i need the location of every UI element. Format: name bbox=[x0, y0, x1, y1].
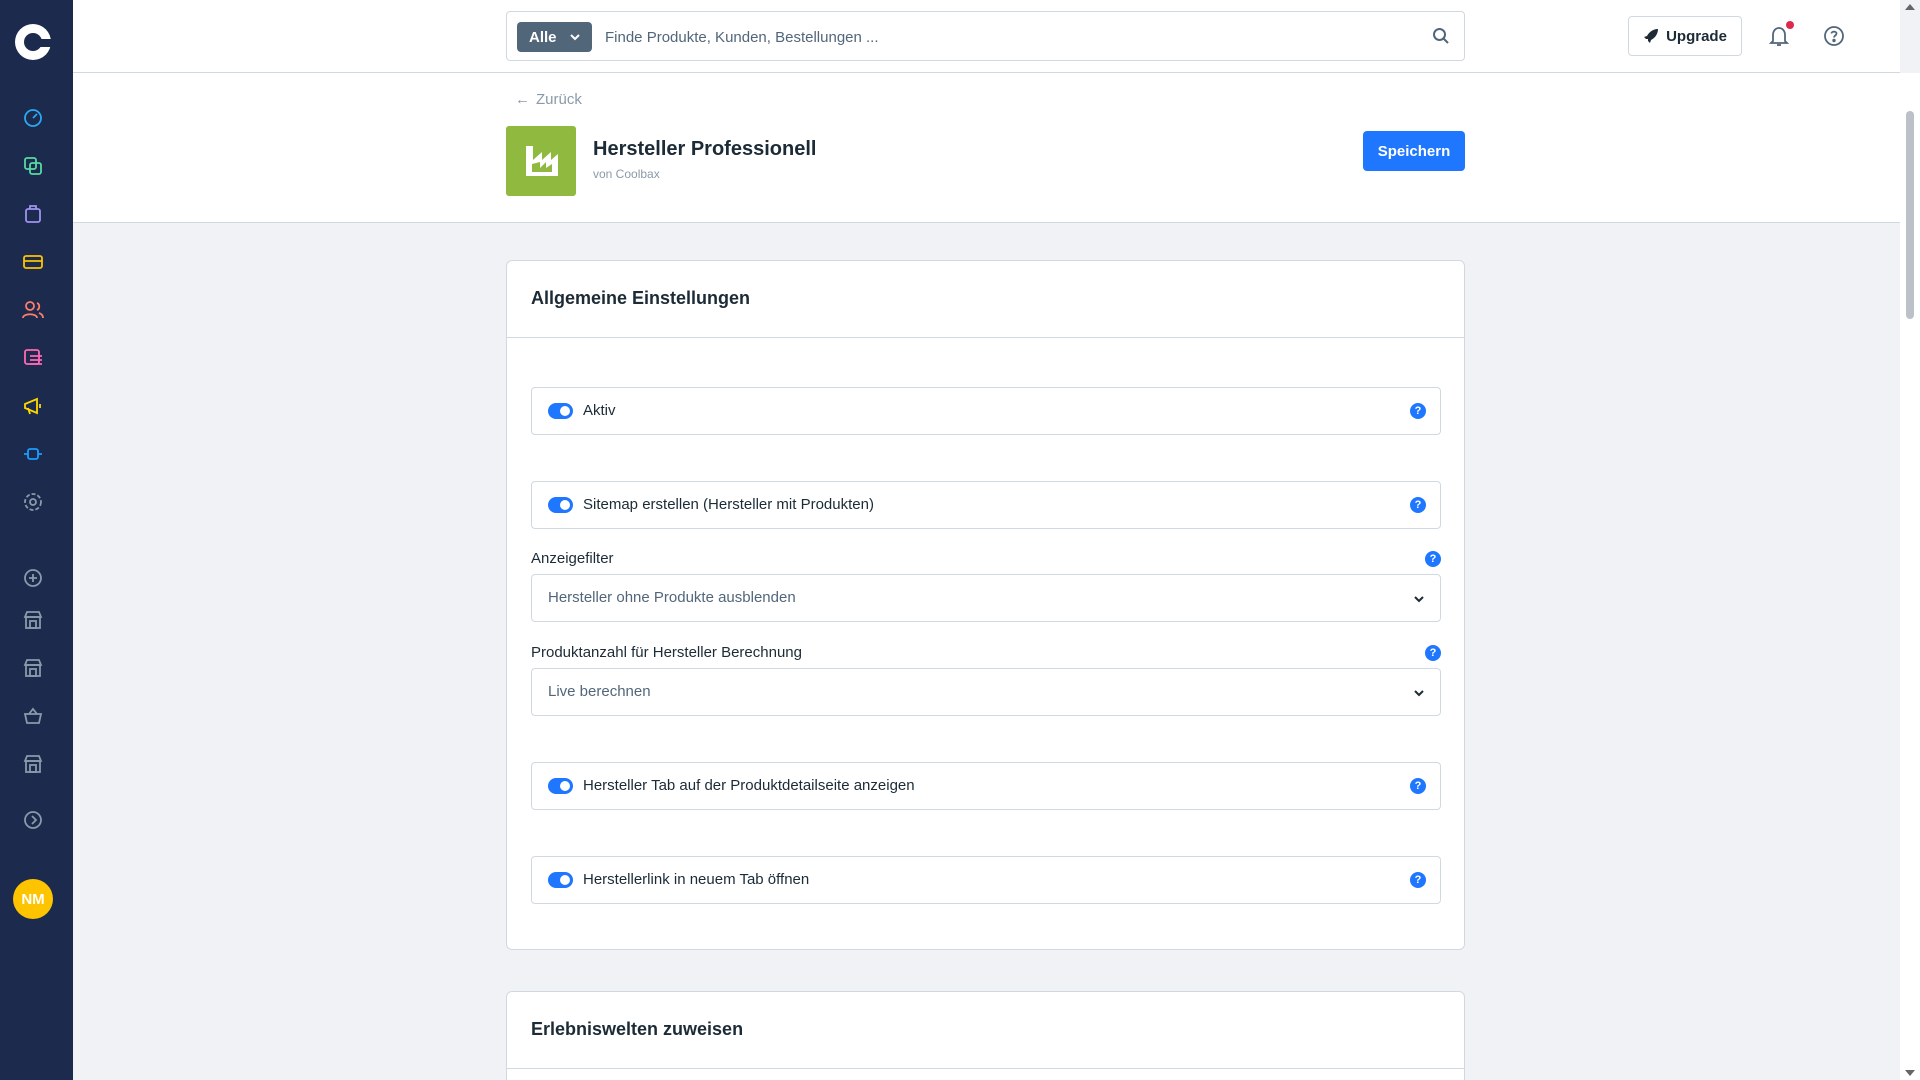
notification-badge bbox=[1786, 21, 1794, 29]
display-filter-label: Anzeigefilter bbox=[531, 550, 614, 567]
sitemap-toggle-row: Sitemap erstellen (Hersteller mit Produk… bbox=[531, 481, 1441, 529]
general-settings-card: Allgemeine Einstellungen Aktiv ? Sitemap… bbox=[506, 260, 1465, 950]
divider bbox=[507, 337, 1464, 338]
dashboard-icon[interactable] bbox=[22, 107, 44, 129]
storefront-icon[interactable] bbox=[22, 753, 44, 775]
divider bbox=[507, 1068, 1464, 1069]
storefront-icon[interactable] bbox=[22, 657, 44, 679]
sitemap-toggle[interactable] bbox=[548, 497, 573, 513]
global-search: Alle bbox=[506, 11, 1465, 61]
top-bar: Alle Upgrade bbox=[73, 0, 1900, 73]
manufacturer-icon bbox=[506, 126, 576, 196]
arrow-left-icon: ← bbox=[515, 91, 530, 108]
new-tab-link-toggle[interactable] bbox=[548, 872, 573, 888]
page-title: Hersteller Professionell bbox=[593, 138, 817, 160]
active-toggle[interactable] bbox=[548, 403, 573, 419]
new-tab-link-toggle-row: Herstellerlink in neuem Tab öffnen ? bbox=[531, 856, 1441, 904]
search-input[interactable] bbox=[605, 22, 1405, 52]
chevron-down-icon bbox=[570, 34, 580, 41]
select-value: Live berechnen bbox=[548, 683, 651, 700]
back-label: Zurück bbox=[536, 91, 582, 108]
card-title: Allgemeine Einstellungen bbox=[531, 288, 751, 308]
upgrade-label: Upgrade bbox=[1666, 27, 1727, 45]
catalog-icon[interactable] bbox=[22, 155, 44, 177]
chevron-down-icon bbox=[1414, 596, 1424, 603]
sidebar: NM bbox=[0, 0, 73, 1080]
card-title: Erlebniswelten zuweisen bbox=[531, 1019, 744, 1039]
marketing-icon[interactable] bbox=[22, 395, 44, 417]
payment-icon[interactable] bbox=[22, 251, 44, 273]
scrollbar[interactable] bbox=[1900, 73, 1920, 1080]
basket-icon[interactable] bbox=[22, 705, 44, 727]
content-icon[interactable] bbox=[22, 347, 44, 369]
storefront-icon[interactable] bbox=[22, 609, 44, 631]
active-toggle-row: Aktiv ? bbox=[531, 387, 1441, 435]
help-icon[interactable]: ? bbox=[1425, 551, 1441, 567]
user-avatar[interactable]: NM bbox=[13, 879, 53, 919]
search-type-dropdown[interactable]: Alle bbox=[517, 22, 592, 52]
scroll-thumb[interactable] bbox=[1906, 111, 1914, 319]
manufacturer-tab-toggle[interactable] bbox=[548, 778, 573, 794]
manufacturer-tab-toggle-row: Hersteller Tab auf der Produktdetailseit… bbox=[531, 762, 1441, 810]
customers-icon[interactable] bbox=[22, 299, 44, 321]
page-subtitle: von Coolbax bbox=[593, 167, 660, 181]
product-count-select[interactable]: Live berechnen bbox=[531, 668, 1441, 716]
shopware-logo[interactable] bbox=[15, 24, 53, 60]
toggle-label: Sitemap erstellen (Hersteller mit Produk… bbox=[583, 496, 874, 513]
select-value: Hersteller ohne Produkte ausblenden bbox=[548, 589, 796, 606]
help-icon[interactable]: ? bbox=[1410, 778, 1426, 794]
display-filter-select[interactable]: Hersteller ohne Produkte ausblenden bbox=[531, 574, 1441, 622]
upgrade-button[interactable]: Upgrade bbox=[1628, 16, 1742, 56]
save-button[interactable]: Speichern bbox=[1363, 131, 1465, 171]
page-header: ← Zurück Hersteller Professionell von Co… bbox=[73, 73, 1900, 223]
help-icon[interactable]: ? bbox=[1410, 497, 1426, 513]
help-icon[interactable]: ? bbox=[1410, 872, 1426, 888]
toggle-label: Herstellerlink in neuem Tab öffnen bbox=[583, 871, 810, 888]
rocket-icon bbox=[1644, 29, 1659, 43]
search-icon[interactable] bbox=[1432, 27, 1450, 45]
experience-worlds-card: Erlebniswelten zuweisen bbox=[506, 991, 1465, 1080]
scroll-down-arrow[interactable] bbox=[1905, 1070, 1915, 1076]
toggle-label: Hersteller Tab auf der Produktdetailseit… bbox=[583, 777, 915, 794]
help-icon[interactable] bbox=[1822, 24, 1846, 48]
chevron-down-icon bbox=[1414, 690, 1424, 697]
back-link[interactable]: ← Zurück bbox=[515, 91, 582, 108]
orders-icon[interactable] bbox=[22, 203, 44, 225]
help-icon[interactable]: ? bbox=[1425, 645, 1441, 661]
product-count-label: Produktanzahl für Hersteller Berechnung bbox=[531, 644, 802, 661]
extensions-icon[interactable] bbox=[22, 443, 44, 465]
expand-sidebar-icon[interactable] bbox=[22, 809, 44, 831]
scroll-up-arrow[interactable] bbox=[1905, 4, 1915, 10]
help-icon[interactable]: ? bbox=[1410, 403, 1426, 419]
search-type-label: Alle bbox=[529, 28, 557, 46]
toggle-label: Aktiv bbox=[583, 402, 616, 419]
add-sales-channel-icon[interactable] bbox=[22, 567, 44, 589]
settings-icon[interactable] bbox=[22, 491, 44, 513]
